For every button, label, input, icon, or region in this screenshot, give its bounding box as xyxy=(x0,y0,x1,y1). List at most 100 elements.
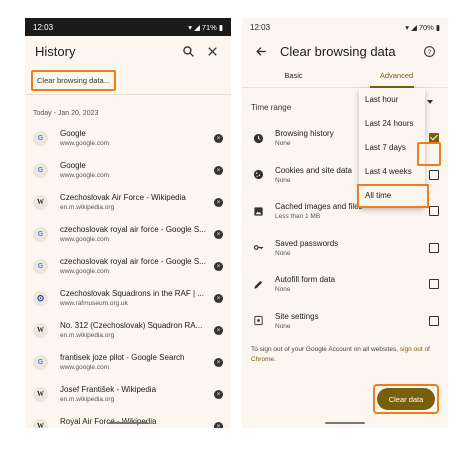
history-item[interactable]: Gczechoslovak royal air force - Google S… xyxy=(25,218,231,250)
history-title: czechoslovak royal air force - Google S.… xyxy=(60,225,206,234)
clock-icon xyxy=(251,133,265,144)
status-bar: 12:03 ▾ ◢ 70% ▮ xyxy=(242,18,448,36)
remove-icon[interactable]: × xyxy=(214,357,223,367)
clear-data-button[interactable]: Clear data xyxy=(377,388,435,410)
cookie-icon xyxy=(251,169,265,180)
status-time: 12:03 xyxy=(33,22,54,32)
favicon-icon: G xyxy=(33,130,48,146)
history-item[interactable]: WRoyal Air Force - Wikipediaen.m.wikiped… xyxy=(25,410,231,428)
remove-icon[interactable]: × xyxy=(214,421,223,428)
option-checkbox[interactable] xyxy=(429,279,439,290)
search-icon[interactable] xyxy=(179,42,197,60)
favicon-icon: G xyxy=(33,354,48,370)
tab-advanced[interactable]: Advanced xyxy=(345,66,448,87)
time-range-option[interactable]: Last 24 hours xyxy=(359,112,425,136)
history-title: czechoslovak royal air force - Google S.… xyxy=(60,257,206,266)
time-range-option[interactable]: Last 4 weeks xyxy=(359,160,425,184)
history-app-bar: History xyxy=(25,36,231,66)
time-range-option[interactable]: Last hour xyxy=(359,88,425,112)
history-list: G Google www.google.com × G Google www.google.… xyxy=(25,122,231,428)
time-range-label: Time range xyxy=(251,102,292,112)
clear-data-app-bar: Clear browsing data ? xyxy=(242,36,448,66)
history-item[interactable]: W No. 312 (Czechoslovak) Squadron RA... en… xyxy=(25,314,231,346)
favicon-icon: ⊙ xyxy=(33,290,48,306)
svg-text:?: ? xyxy=(427,48,431,55)
favicon-icon: G xyxy=(33,258,48,274)
option-checkbox[interactable] xyxy=(429,315,439,326)
history-item[interactable]: Gfrantisek joze pilot - Google Search www… xyxy=(25,346,231,378)
history-url: www.rafmuseum.org.uk xyxy=(60,300,128,307)
signal-icon: ◢ xyxy=(194,22,200,32)
checkbox-highlight xyxy=(417,142,441,166)
option-subtitle: None xyxy=(275,249,291,257)
option-title: Site settings xyxy=(275,311,319,321)
history-title: Czechoslovak Squadrons in the RAF | ... xyxy=(60,289,204,298)
option-title: Saved passwords xyxy=(275,238,339,248)
data-type-option[interactable]: Autofill form data None xyxy=(242,266,448,303)
key-icon xyxy=(251,242,265,253)
battery-level: 70% xyxy=(418,22,434,32)
history-url: en.m.wikipedia.org xyxy=(60,332,115,339)
battery-level: 71% xyxy=(201,22,217,32)
remove-icon[interactable]: × xyxy=(214,229,223,239)
option-title: Autofill form data xyxy=(275,275,336,285)
signal-icon: ◢ xyxy=(411,22,417,32)
time-range-option[interactable]: Last 7 days xyxy=(359,136,425,160)
option-checkbox[interactable] xyxy=(429,242,439,253)
date-header: Today - Jan 20, 2023 xyxy=(25,94,231,122)
favicon-icon: W xyxy=(33,322,48,338)
history-item[interactable]: G Google www.google.com × xyxy=(25,154,231,186)
clear-browsing-data-chip[interactable]: Clear browsing data... xyxy=(31,70,116,91)
clear-data-highlight: Clear data xyxy=(373,384,439,414)
favicon-icon: G xyxy=(33,162,48,178)
history-title: Google xyxy=(60,161,86,170)
status-time: 12:03 xyxy=(250,22,271,32)
page-title: Clear browsing data xyxy=(280,43,396,59)
nav-handle xyxy=(108,422,148,424)
history-item[interactable]: W Czechoslovak Air Force - Wikipedia en.m.… xyxy=(25,186,231,218)
option-subtitle: None xyxy=(275,322,291,330)
close-icon[interactable] xyxy=(203,42,221,60)
time-range-option[interactable]: All time xyxy=(357,184,429,208)
pencil-icon xyxy=(251,279,265,290)
back-arrow-icon[interactable] xyxy=(252,42,270,60)
remove-icon[interactable]: × xyxy=(214,389,223,399)
history-title: Czechoslovak Air Force - Wikipedia xyxy=(60,193,186,202)
battery-icon: ▮ xyxy=(435,22,440,32)
nav-handle xyxy=(325,422,365,424)
history-url: www.google.com xyxy=(60,364,110,371)
remove-icon[interactable]: × xyxy=(214,293,223,303)
history-url: www.google.com xyxy=(60,268,110,275)
history-url: en.m.wikipedia.org xyxy=(60,204,115,211)
help-icon[interactable]: ? xyxy=(420,42,438,60)
history-screen: 12:03 ▾ ◢ 71% ▮ History Clear browsing d… xyxy=(25,18,231,428)
history-item[interactable]: W Josef František - Wikipedia en.m.wikiped… xyxy=(25,378,231,410)
site-settings-icon xyxy=(251,315,265,326)
history-url: www.google.com xyxy=(60,236,110,243)
tab-basic[interactable]: Basic xyxy=(242,66,345,87)
status-bar: 12:03 ▾ ◢ 71% ▮ xyxy=(25,18,231,36)
battery-icon: ▮ xyxy=(218,22,223,32)
option-checkbox[interactable] xyxy=(429,169,439,180)
history-title: Google xyxy=(60,129,86,138)
remove-icon[interactable]: × xyxy=(214,261,223,271)
wifi-icon: ▾ xyxy=(405,22,410,32)
history-url: en.m.wikipedia.org xyxy=(60,396,115,403)
favicon-icon: W xyxy=(33,418,48,428)
option-checkbox[interactable] xyxy=(429,206,439,217)
history-item[interactable]: Gczechoslovak royal air force - Google S… xyxy=(25,250,231,282)
option-subtitle: None xyxy=(275,286,291,294)
dropdown-arrow-icon[interactable] xyxy=(427,100,433,104)
clear-data-screen: 12:03 ▾ ◢ 70% ▮ Clear browsing data ? Ba… xyxy=(242,18,448,428)
data-type-option[interactable]: Saved passwords None xyxy=(242,230,448,267)
data-type-option[interactable]: Site settings None xyxy=(242,303,448,340)
history-url: www.google.com xyxy=(60,140,110,147)
remove-icon[interactable]: × xyxy=(214,325,223,335)
history-item[interactable]: G Google www.google.com × xyxy=(25,122,231,154)
remove-icon[interactable]: × xyxy=(214,197,223,207)
remove-icon[interactable]: × xyxy=(214,165,223,175)
history-item[interactable]: ⊙ Czechoslovak Squadrons in the RAF | ...… xyxy=(25,282,231,314)
remove-icon[interactable]: × xyxy=(214,133,223,143)
history-title: No. 312 (Czechoslovak) Squadron RA... xyxy=(60,321,203,330)
history-url: www.google.com xyxy=(60,172,110,179)
